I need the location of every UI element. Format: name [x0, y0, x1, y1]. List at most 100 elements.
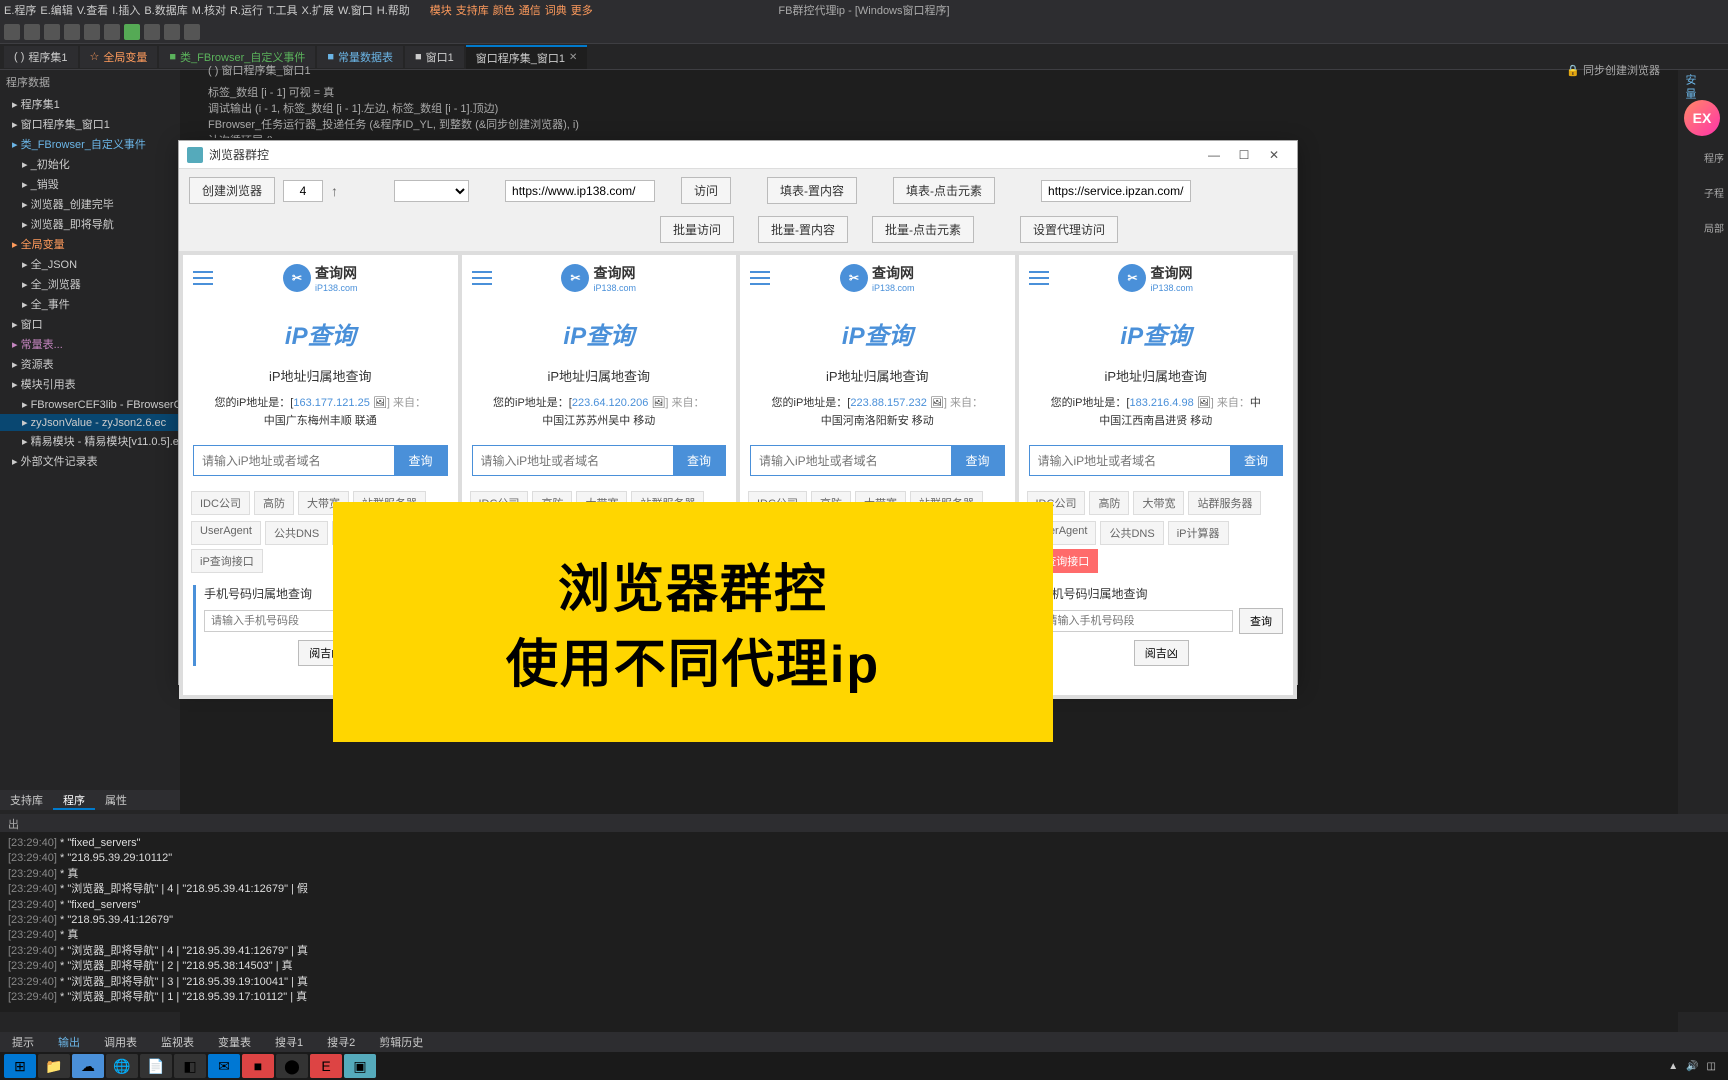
- tab[interactable]: ☆全局变量: [80, 46, 158, 68]
- logo[interactable]: ✂ 查询网iP138.com: [1118, 263, 1193, 293]
- proxy-url-input[interactable]: [1041, 180, 1191, 202]
- toolbar-icon[interactable]: [64, 24, 80, 40]
- menu-ext[interactable]: 词典: [545, 2, 567, 18]
- toolbar-icon[interactable]: [104, 24, 120, 40]
- task-item[interactable]: ◧: [174, 1054, 206, 1078]
- hamburger-icon[interactable]: [750, 271, 770, 285]
- system-tray[interactable]: ▲ 🔊 ◫: [1668, 1061, 1724, 1072]
- tab-support[interactable]: 支持库: [0, 790, 53, 810]
- logo[interactable]: ✂ 查询网iP138.com: [840, 263, 915, 293]
- tree-item[interactable]: ▸ 程序集1: [0, 94, 180, 114]
- count-input[interactable]: [283, 180, 323, 202]
- menu-ext[interactable]: 颜色: [493, 2, 515, 18]
- right-item[interactable]: 局部: [1704, 220, 1724, 235]
- ip-search-button[interactable]: 查询: [951, 446, 1003, 475]
- fill-content-button[interactable]: 填表-置内容: [767, 177, 857, 204]
- menu-ext[interactable]: 支持库: [456, 2, 489, 18]
- footer-tab[interactable]: 调用表: [92, 1032, 149, 1052]
- tree-item[interactable]: ▸ 全_JSON: [0, 254, 180, 274]
- menu-item[interactable]: B.数据库: [144, 2, 187, 18]
- tag[interactable]: 大带宽: [1133, 491, 1184, 515]
- tab-program[interactable]: 程序: [53, 790, 95, 810]
- phone-sub-button[interactable]: 阅吉凶: [1134, 640, 1189, 666]
- task-item[interactable]: ☁: [72, 1054, 104, 1078]
- tree-item[interactable]: ▸ 窗口: [0, 314, 180, 334]
- task-item[interactable]: ✉: [208, 1054, 240, 1078]
- toolbar-icon[interactable]: [144, 24, 160, 40]
- toolbar-icon[interactable]: [84, 24, 100, 40]
- footer-tab[interactable]: 变量表: [206, 1032, 263, 1052]
- hamburger-icon[interactable]: [472, 271, 492, 285]
- tree-item[interactable]: ▸ 模块引用表: [0, 374, 180, 394]
- batch-visit-button[interactable]: 批量访问: [660, 216, 734, 243]
- tag[interactable]: 公共DNS: [265, 521, 328, 545]
- menu-item[interactable]: V.查看: [77, 2, 108, 18]
- tree-item[interactable]: ▸ 浏览器_创建完毕: [0, 194, 180, 214]
- menu-item[interactable]: W.窗口: [338, 2, 373, 18]
- tree-item[interactable]: ▸ 窗口程序集_窗口1: [0, 114, 180, 134]
- footer-tab[interactable]: 输出: [46, 1032, 92, 1052]
- ip-search-button[interactable]: 查询: [394, 446, 446, 475]
- toolbar-icon[interactable]: [44, 24, 60, 40]
- tray-icon[interactable]: 🔊: [1686, 1061, 1698, 1072]
- menu-item[interactable]: E.程序: [4, 2, 36, 18]
- ip-search-input[interactable]: [473, 446, 673, 475]
- right-item[interactable]: 程序: [1704, 150, 1724, 165]
- tree-item[interactable]: ▸ 浏览器_即将导航: [0, 214, 180, 234]
- tab[interactable]: ( )程序集1: [4, 46, 78, 68]
- tree-item[interactable]: ▸ _初始化: [0, 154, 180, 174]
- tag[interactable]: 高防: [254, 491, 294, 515]
- tray-icon[interactable]: ▲: [1668, 1061, 1678, 1072]
- tag[interactable]: 公共DNS: [1100, 521, 1163, 545]
- close-icon[interactable]: ✕: [1259, 145, 1289, 165]
- maximize-icon[interactable]: ☐: [1229, 145, 1259, 165]
- tree-item[interactable]: ▸ 精易模块 - 精易模块[v11.0.5].ec: [0, 431, 180, 451]
- tree-item[interactable]: ▸ 全局变量: [0, 234, 180, 254]
- tag[interactable]: 站群服务器: [1188, 491, 1261, 515]
- phone-search-button[interactable]: 查询: [1239, 608, 1283, 634]
- ip-link[interactable]: 183.216.4.98: [1129, 397, 1193, 409]
- url-input[interactable]: [505, 180, 655, 202]
- task-item[interactable]: E: [310, 1054, 342, 1078]
- logo[interactable]: ✂ 查询网iP138.com: [561, 263, 636, 293]
- tab-property[interactable]: 属性: [95, 790, 137, 810]
- ip-link[interactable]: 223.88.157.232: [850, 397, 926, 409]
- batch-click-button[interactable]: 批量-点击元素: [872, 216, 974, 243]
- menu-ext[interactable]: 更多: [571, 2, 593, 18]
- arrow-up-icon[interactable]: ↑: [331, 183, 338, 199]
- fill-click-button[interactable]: 填表-点击元素: [893, 177, 995, 204]
- toolbar-icon[interactable]: [4, 24, 20, 40]
- tag[interactable]: iP查询接口: [191, 549, 263, 573]
- task-item[interactable]: 🌐: [106, 1054, 138, 1078]
- menu-item[interactable]: I.插入: [112, 2, 140, 18]
- tree-item[interactable]: ▸ _销毁: [0, 174, 180, 194]
- menu-item[interactable]: T.工具: [267, 2, 298, 18]
- task-item[interactable]: ▣: [344, 1054, 376, 1078]
- menu-item[interactable]: H.帮助: [377, 2, 410, 18]
- proxy-visit-button[interactable]: 设置代理访问: [1020, 216, 1118, 243]
- create-browser-button[interactable]: 创建浏览器: [189, 177, 275, 204]
- footer-tab[interactable]: 提示: [0, 1032, 46, 1052]
- ip-search-input[interactable]: [194, 446, 394, 475]
- tree-item[interactable]: ▸ 常量表...: [0, 334, 180, 354]
- hamburger-icon[interactable]: [193, 271, 213, 285]
- task-item[interactable]: 📄: [140, 1054, 172, 1078]
- ip-search-button[interactable]: 查询: [1230, 446, 1282, 475]
- code-editor[interactable]: 标签_数组 [i - 1] 可视 = 真 调试输出 (i - 1, 标签_数组 …: [200, 80, 1728, 138]
- task-item[interactable]: 📁: [38, 1054, 70, 1078]
- toolbar-icon[interactable]: [124, 24, 140, 40]
- start-button[interactable]: ⊞: [4, 1054, 36, 1078]
- footer-tab[interactable]: 监视表: [149, 1032, 206, 1052]
- tree-item[interactable]: ▸ FBrowserCEF3lib - FBrowserCEF3库: [0, 394, 180, 414]
- task-item[interactable]: ⬤: [276, 1054, 308, 1078]
- menu-ext[interactable]: 通信: [519, 2, 541, 18]
- toolbar-icon[interactable]: [164, 24, 180, 40]
- ip-search-input[interactable]: [751, 446, 951, 475]
- ip-search-button[interactable]: 查询: [673, 446, 725, 475]
- tree-item[interactable]: ▸ 资源表: [0, 354, 180, 374]
- menu-item[interactable]: X.扩展: [302, 2, 334, 18]
- tree-item[interactable]: ▸ 全_浏览器: [0, 274, 180, 294]
- tag[interactable]: 高防: [1089, 491, 1129, 515]
- tag[interactable]: UserAgent: [191, 521, 261, 545]
- right-item[interactable]: 子程: [1704, 185, 1724, 200]
